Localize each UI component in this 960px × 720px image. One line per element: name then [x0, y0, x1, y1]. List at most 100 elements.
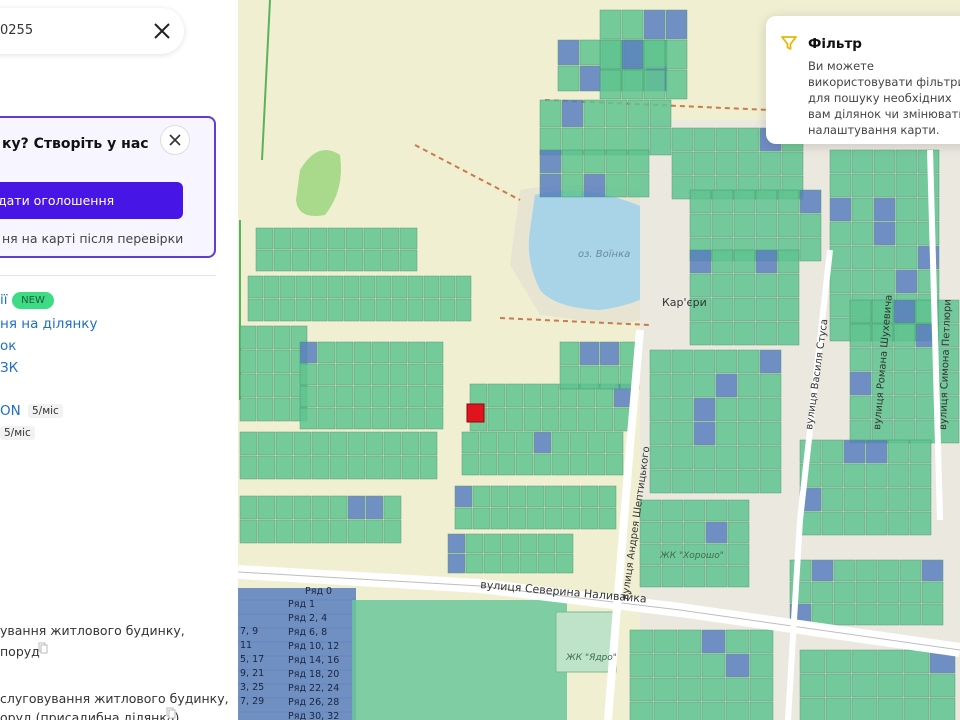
parcel[interactable]: [598, 485, 617, 508]
parcel[interactable]: [599, 39, 622, 70]
parcel[interactable]: [851, 173, 874, 198]
parcel[interactable]: [389, 363, 408, 386]
parcel[interactable]: [627, 99, 650, 128]
parcel[interactable]: [595, 407, 614, 432]
parcel[interactable]: [401, 455, 420, 480]
parcel[interactable]: [701, 629, 726, 654]
parcel[interactable]: [915, 419, 938, 444]
parcel[interactable]: [541, 383, 560, 408]
parcel[interactable]: [381, 249, 400, 272]
parcel[interactable]: [381, 227, 400, 250]
link-item-3[interactable]: ок: [0, 338, 16, 354]
parcel[interactable]: [705, 499, 728, 522]
parcel[interactable]: [371, 407, 390, 430]
parcel[interactable]: [293, 455, 312, 480]
parcel[interactable]: [661, 565, 684, 588]
parcel[interactable]: [639, 521, 662, 544]
parcel[interactable]: [279, 275, 296, 299]
parcel[interactable]: [557, 39, 580, 66]
parcel[interactable]: [515, 431, 534, 454]
parcel[interactable]: [599, 9, 622, 40]
parcel[interactable]: [273, 249, 292, 272]
parcel[interactable]: [671, 373, 694, 398]
parcel[interactable]: [263, 275, 280, 299]
parcel[interactable]: [777, 189, 800, 214]
parcel[interactable]: [327, 275, 344, 299]
parcel[interactable]: [829, 269, 852, 294]
parcel[interactable]: [389, 385, 408, 408]
parcel[interactable]: [311, 275, 328, 299]
parcel[interactable]: [275, 455, 294, 480]
parcel[interactable]: [562, 507, 581, 530]
parcel[interactable]: [490, 507, 509, 530]
parcel[interactable]: [311, 431, 330, 456]
parcel[interactable]: [653, 701, 678, 720]
parcel[interactable]: [599, 69, 622, 100]
parcel[interactable]: [329, 455, 348, 480]
parcel[interactable]: [483, 533, 502, 554]
parcel[interactable]: [555, 533, 574, 554]
parcel[interactable]: [273, 325, 291, 350]
parcel[interactable]: [671, 445, 694, 470]
parcel[interactable]: [327, 249, 346, 272]
parcel[interactable]: [829, 173, 852, 198]
parcel[interactable]: [829, 293, 852, 318]
parcel[interactable]: [811, 559, 834, 582]
parcel[interactable]: [649, 469, 672, 494]
parcel[interactable]: [873, 245, 896, 270]
parcel[interactable]: [454, 507, 473, 530]
parcel[interactable]: [727, 521, 750, 544]
parcel[interactable]: [508, 485, 527, 508]
parcel[interactable]: [401, 431, 420, 456]
parcel[interactable]: [711, 189, 734, 214]
parcel[interactable]: [439, 298, 456, 322]
parcel[interactable]: [755, 249, 778, 274]
parcel[interactable]: [519, 553, 538, 574]
parcel[interactable]: [279, 298, 296, 322]
parcel[interactable]: [653, 653, 678, 678]
parcel[interactable]: [363, 249, 382, 272]
parcel[interactable]: [829, 221, 852, 246]
parcel[interactable]: [851, 673, 878, 698]
parcel[interactable]: [705, 521, 728, 544]
parcel[interactable]: [849, 323, 872, 348]
parcel[interactable]: [407, 385, 426, 408]
parcel[interactable]: [833, 603, 856, 626]
parcel[interactable]: [587, 453, 606, 476]
parcel[interactable]: [789, 559, 812, 582]
parcel[interactable]: [239, 431, 258, 456]
parcel[interactable]: [689, 249, 712, 274]
parcel[interactable]: [725, 677, 750, 702]
parcel[interactable]: [843, 487, 866, 512]
parcel[interactable]: [759, 421, 782, 446]
parcel[interactable]: [821, 439, 844, 464]
parcel[interactable]: [371, 385, 390, 408]
parcel[interactable]: [777, 273, 800, 298]
parcel[interactable]: [311, 455, 330, 480]
parcel[interactable]: [461, 453, 480, 476]
parcel[interactable]: [855, 559, 878, 582]
parcel[interactable]: [711, 249, 734, 274]
parcel[interactable]: [777, 297, 800, 322]
parcel[interactable]: [317, 407, 336, 430]
parcel[interactable]: [555, 553, 574, 574]
parcel[interactable]: [627, 149, 650, 174]
parcel[interactable]: [465, 533, 484, 554]
parcel[interactable]: [749, 629, 774, 654]
parcel[interactable]: [257, 455, 276, 480]
copy-icon[interactable]: [38, 642, 48, 654]
parcel[interactable]: [643, 39, 666, 70]
parcel[interactable]: [487, 407, 506, 432]
parcel[interactable]: [419, 431, 438, 456]
parcel[interactable]: [671, 397, 694, 422]
parcel[interactable]: [799, 697, 826, 720]
parcel[interactable]: [693, 445, 716, 470]
parcel[interactable]: [425, 363, 444, 386]
parcel[interactable]: [851, 245, 874, 270]
parcel[interactable]: [829, 245, 852, 270]
parcel[interactable]: [311, 519, 330, 544]
parcel[interactable]: [727, 543, 750, 566]
parcel[interactable]: [519, 533, 538, 554]
parcel[interactable]: [849, 371, 872, 396]
parcel[interactable]: [599, 341, 620, 366]
